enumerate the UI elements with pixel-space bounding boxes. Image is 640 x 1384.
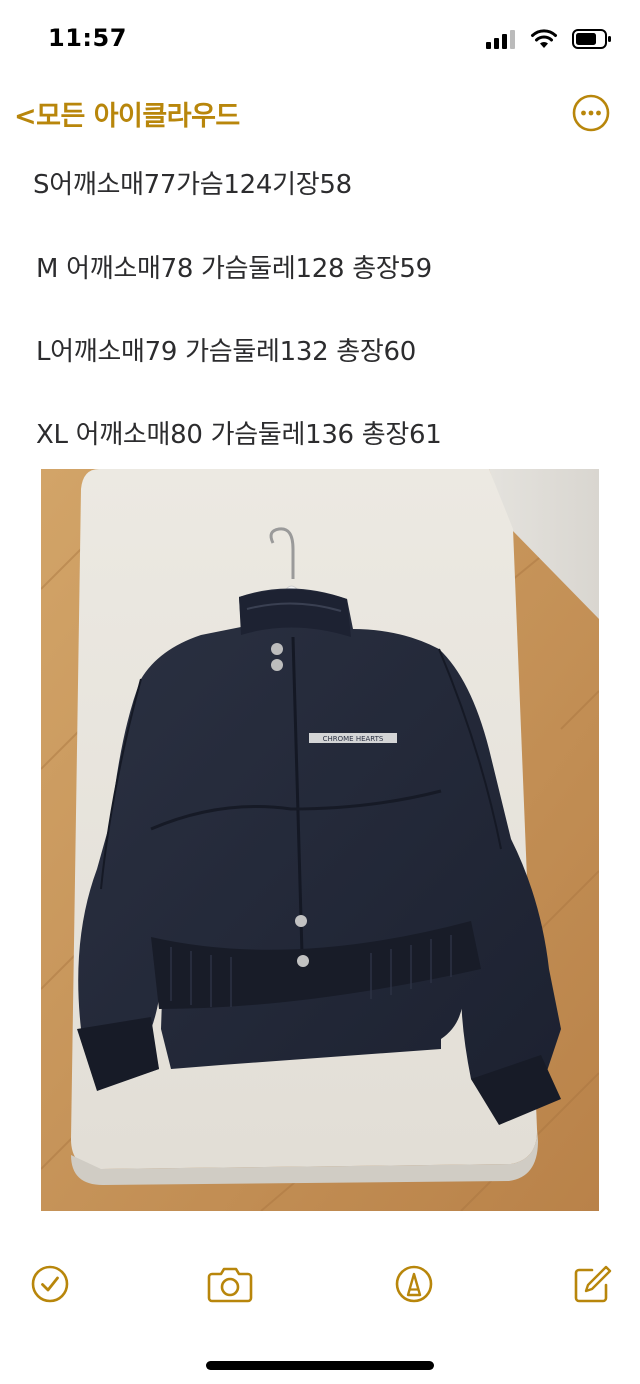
status-bar: 11:57: [0, 0, 640, 80]
checklist-icon[interactable]: [28, 1262, 72, 1306]
bottom-toolbar: [0, 1262, 640, 1318]
ellipsis-circle-icon[interactable]: [572, 94, 610, 132]
cellular-signal-icon: [486, 30, 515, 49]
battery-icon: [572, 29, 611, 49]
nav-bar: <모든 아이클라우드: [0, 86, 640, 142]
home-indicator[interactable]: [206, 1361, 434, 1370]
note-line-size-s: S어깨소매77가슴124기장58: [33, 170, 352, 200]
status-icons: [486, 28, 612, 50]
compose-icon[interactable]: [570, 1262, 614, 1306]
note-line-size-xl: XL 어깨소매80 가슴둘레136 총장61: [36, 420, 442, 450]
note-image[interactable]: CHROME HEARTS: [41, 469, 599, 1211]
note-line-size-m: M 어깨소매78 가슴둘레128 총장59: [36, 254, 432, 284]
markup-pen-icon[interactable]: [392, 1262, 436, 1306]
status-time: 11:57: [48, 24, 127, 52]
jacket-photo: CHROME HEARTS: [41, 469, 599, 1211]
back-button[interactable]: <모든 아이클라우드: [14, 94, 240, 133]
note-line-size-l: L어깨소매79 가슴둘레132 총장60: [36, 337, 417, 367]
chest-logo: CHROME HEARTS: [323, 735, 384, 743]
camera-icon[interactable]: [206, 1262, 254, 1306]
wifi-icon: [531, 29, 557, 48]
